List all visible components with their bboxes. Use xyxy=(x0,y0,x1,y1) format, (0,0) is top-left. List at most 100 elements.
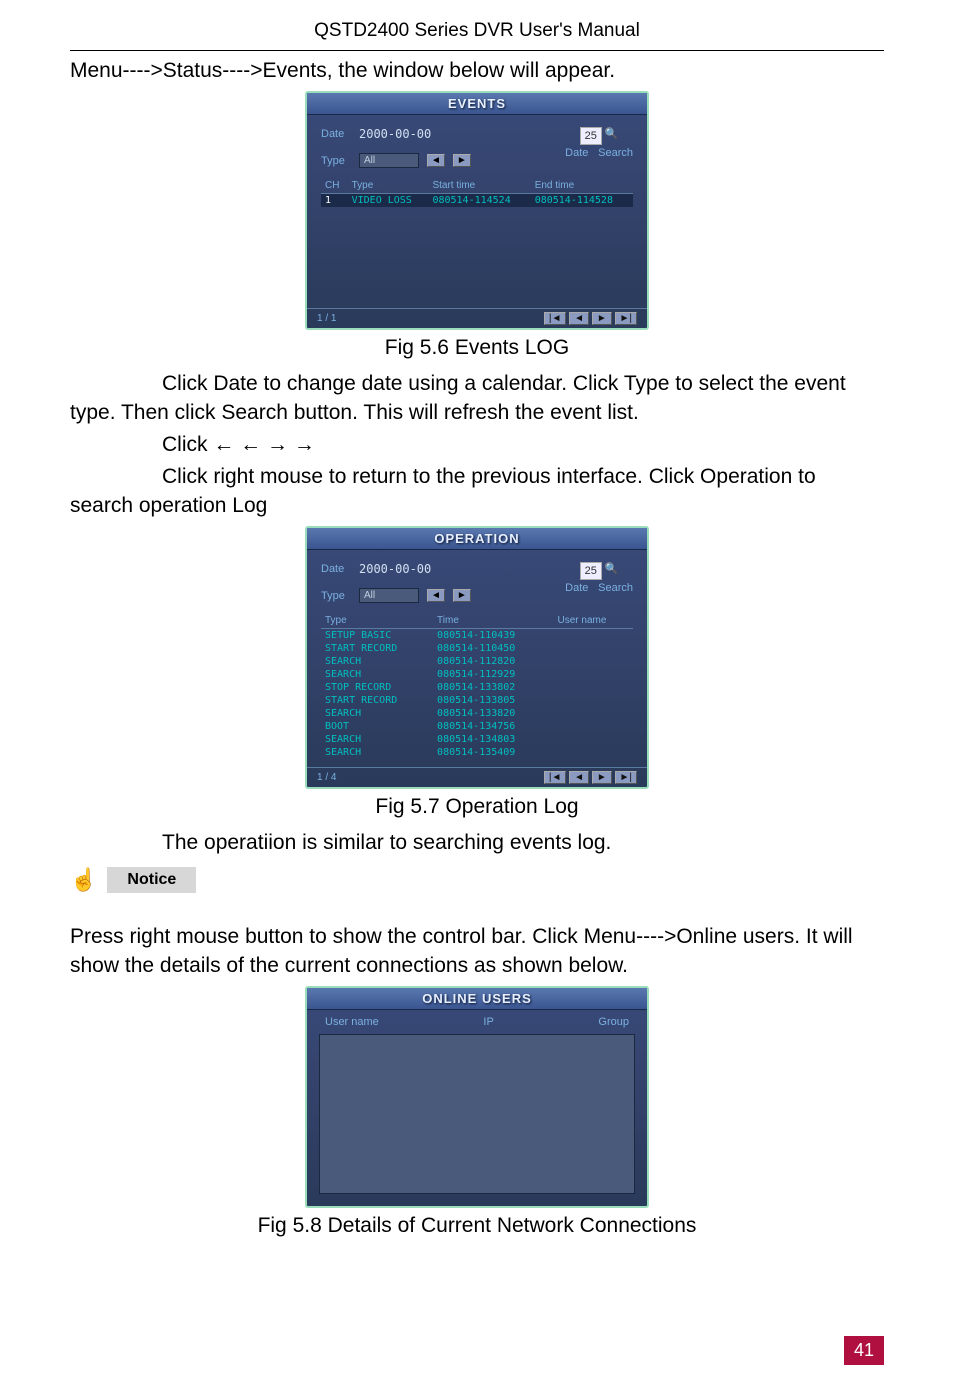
paragraph: Click Date to change date using a calend… xyxy=(70,370,884,427)
calendar-icon[interactable]: 25 xyxy=(580,562,602,580)
type-select[interactable]: All xyxy=(359,588,419,603)
cell-type: SEARCH xyxy=(321,733,433,746)
search-icon[interactable]: 🔍 xyxy=(605,562,619,580)
cell-time: 080514-134756 xyxy=(433,720,553,733)
figure-caption: Fig 5.7 Operation Log xyxy=(70,795,884,819)
table-row: SEARCH080514-135409 xyxy=(321,746,633,759)
figure-caption: Fig 5.8 Details of Current Network Conne… xyxy=(70,1214,884,1238)
col-group: Group xyxy=(598,1016,629,1028)
date-button[interactable]: Date xyxy=(565,582,595,594)
page-number: 41 xyxy=(844,1336,884,1365)
type-next-icon[interactable]: ► xyxy=(453,589,471,602)
type-prev-icon[interactable]: ◄ xyxy=(427,589,445,602)
col-user: User name xyxy=(325,1016,379,1028)
figure-caption: Fig 5.6 Events LOG xyxy=(70,336,884,360)
cell-type: START RECORD xyxy=(321,694,433,707)
col-type: Type xyxy=(321,613,433,629)
date-value[interactable]: 2000-00-00 xyxy=(359,127,431,141)
notice-label: Notice xyxy=(107,867,196,893)
cell-user xyxy=(554,746,633,759)
cell-type: SEARCH xyxy=(321,655,433,668)
table-row: BOOT080514-134756 xyxy=(321,720,633,733)
date-button[interactable]: Date xyxy=(565,147,595,159)
table-header-row: CH Type Start time End time xyxy=(321,178,633,194)
cell-user xyxy=(554,694,633,707)
nav-next-icon[interactable]: ► xyxy=(592,771,612,784)
col-time: Time xyxy=(433,613,553,629)
table-row: SEARCH080514-112929 xyxy=(321,668,633,681)
cell-start: 080514-114524 xyxy=(428,194,530,208)
cell-ch: 1 xyxy=(321,194,348,208)
cell-time: 080514-135409 xyxy=(433,746,553,759)
cell-type: SEARCH xyxy=(321,746,433,759)
events-titlebar: EVENTS xyxy=(307,93,647,115)
online-users-window: ONLINE USERS User name IP Group xyxy=(305,986,649,1208)
col-ip: IP xyxy=(397,1016,581,1028)
date-value[interactable]: 2000-00-00 xyxy=(359,562,431,576)
table-row: START RECORD080514-110450 xyxy=(321,642,633,655)
cell-time: 080514-110450 xyxy=(433,642,553,655)
cell-type: VIDEO LOSS xyxy=(348,194,429,208)
nav-path-text: Menu---->Status---->Events, the window b… xyxy=(70,57,884,85)
cell-user xyxy=(554,642,633,655)
cell-user xyxy=(554,720,633,733)
col-user: User name xyxy=(554,613,633,629)
cell-type: BOOT xyxy=(321,720,433,733)
divider xyxy=(70,50,884,51)
type-select[interactable]: All xyxy=(359,153,419,168)
table-row: 1 VIDEO LOSS 080514-114524 080514-114528 xyxy=(321,194,633,208)
cell-user xyxy=(554,668,633,681)
cell-type: SEARCH xyxy=(321,707,433,720)
cell-time: 080514-110439 xyxy=(433,629,553,643)
pager-text: 1 / 1 xyxy=(317,313,336,324)
nav-prev-icon[interactable]: ◄ xyxy=(569,771,589,784)
operation-window: OPERATION Date 2000-00-00 Type All ◄ ► xyxy=(305,526,649,789)
nav-prev-icon[interactable]: ◄ xyxy=(569,312,589,325)
type-next-icon[interactable]: ► xyxy=(453,154,471,167)
cell-user xyxy=(554,707,633,720)
cell-type: STOP RECORD xyxy=(321,681,433,694)
search-button[interactable]: Search xyxy=(598,147,633,159)
hand-icon: ☝ xyxy=(70,867,97,893)
cell-time: 080514-112820 xyxy=(433,655,553,668)
paragraph: Click right mouse to return to the previ… xyxy=(70,463,884,520)
cell-user xyxy=(554,681,633,694)
table-row: SEARCH080514-112820 xyxy=(321,655,633,668)
events-table: CH Type Start time End time 1 VIDEO LOSS… xyxy=(321,178,633,207)
manual-header: QSTD2400 Series DVR User's Manual xyxy=(70,20,884,42)
nav-last-icon[interactable]: ►| xyxy=(615,771,638,784)
table-header-row: Type Time User name xyxy=(321,613,633,629)
date-label: Date xyxy=(321,128,351,140)
col-start: Start time xyxy=(428,178,530,194)
cell-user xyxy=(554,733,633,746)
type-label: Type xyxy=(321,155,351,167)
cell-user xyxy=(554,629,633,643)
table-row: SETUP BASIC080514-110439 xyxy=(321,629,633,643)
nav-first-icon[interactable]: |◄ xyxy=(544,312,567,325)
cell-time: 080514-133802 xyxy=(433,681,553,694)
cell-type: START RECORD xyxy=(321,642,433,655)
type-prev-icon[interactable]: ◄ xyxy=(427,154,445,167)
pager-text: 1 / 4 xyxy=(317,772,336,783)
online-titlebar: ONLINE USERS xyxy=(307,988,647,1010)
table-row: SEARCH080514-134803 xyxy=(321,733,633,746)
events-window: EVENTS Date 2000-00-00 Type All ◄ ► xyxy=(305,91,649,330)
cell-end: 080514-114528 xyxy=(531,194,633,208)
cell-time: 080514-112929 xyxy=(433,668,553,681)
table-row: SEARCH080514-133820 xyxy=(321,707,633,720)
paragraph: Press right mouse button to show the con… xyxy=(70,923,884,980)
nav-first-icon[interactable]: |◄ xyxy=(544,771,567,784)
cell-type: SEARCH xyxy=(321,668,433,681)
search-button[interactable]: Search xyxy=(598,582,633,594)
nav-last-icon[interactable]: ►| xyxy=(615,312,638,325)
table-row: STOP RECORD080514-133802 xyxy=(321,681,633,694)
cell-time: 080514-134803 xyxy=(433,733,553,746)
table-row: START RECORD080514-133805 xyxy=(321,694,633,707)
cell-time: 080514-133805 xyxy=(433,694,553,707)
col-type: Type xyxy=(348,178,429,194)
search-icon[interactable]: 🔍 xyxy=(605,127,619,145)
calendar-icon[interactable]: 25 xyxy=(580,127,602,145)
operation-table: Type Time User name SETUP BASIC080514-11… xyxy=(321,613,633,759)
nav-next-icon[interactable]: ► xyxy=(592,312,612,325)
online-empty-list xyxy=(319,1034,635,1194)
